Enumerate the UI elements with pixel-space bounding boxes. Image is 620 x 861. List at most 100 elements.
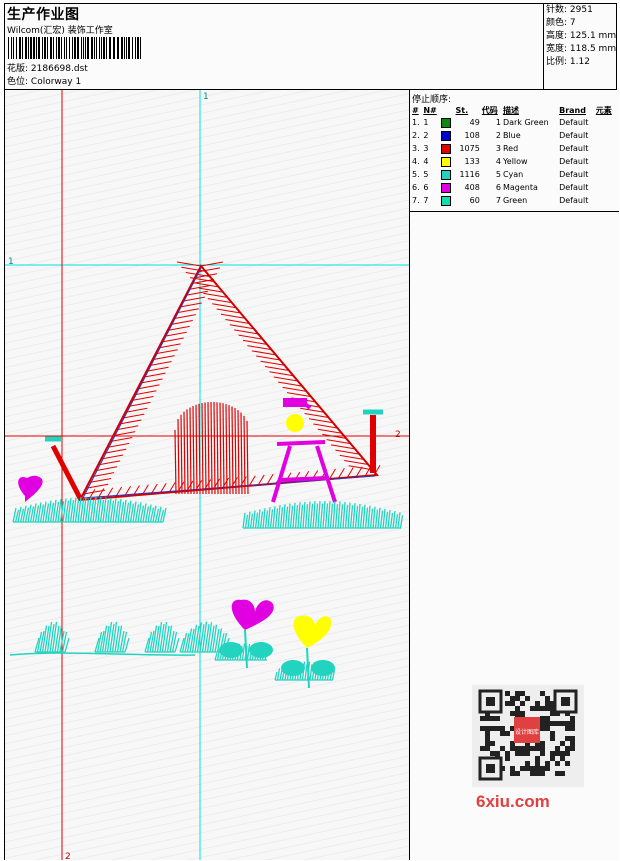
row-code: 2 xyxy=(495,131,501,140)
row-brand: Default xyxy=(559,183,589,192)
row-stitches: 1116 xyxy=(459,170,480,179)
row-brand: Default xyxy=(559,118,589,127)
row-element xyxy=(595,129,616,142)
stat-label: 高度: xyxy=(546,31,568,41)
row-brand: Default xyxy=(559,157,589,166)
qr-code-icon: 设计图库 xyxy=(472,685,584,787)
flower-leaves xyxy=(219,642,335,676)
stat-height: 高度: 125.1 mm xyxy=(544,30,618,43)
tent-outline xyxy=(78,264,380,502)
color-table: # N# St. 代码 描述 Brand 元素 1. 1 49 1 Dark Green… xyxy=(411,105,616,207)
design-file-row: 花版: 2186698.dst xyxy=(7,61,88,74)
stat-value: 1.12 xyxy=(569,57,590,67)
row-index: 7. xyxy=(412,196,420,205)
color-row: 3. 3 1075 3 Red Default xyxy=(411,142,616,155)
yellow-face xyxy=(286,414,304,432)
design-file-value: 2186698.dst xyxy=(30,64,88,74)
row-code: 7 xyxy=(495,196,501,205)
row-description: Blue xyxy=(502,131,521,140)
row-swatch xyxy=(440,168,454,181)
production-worksheet: 生产作业图 Wilcom(汇宏) 装饰工作室 花版: 2186698.dst 色… xyxy=(4,3,619,860)
col-brand: Brand xyxy=(559,106,586,115)
magenta-heart-flower xyxy=(231,599,274,630)
row-code: 1 xyxy=(495,118,501,127)
watermark-site: 6xiu.com xyxy=(476,792,550,811)
col-description: 描述 xyxy=(502,106,519,115)
barcode-icon xyxy=(8,37,141,59)
row-element xyxy=(595,142,616,155)
row-brand: Default xyxy=(559,196,589,205)
software-name: Wilcom(汇宏) 装饰工作室 xyxy=(7,26,113,36)
row-number: 2 xyxy=(423,131,429,140)
row-element xyxy=(595,168,616,181)
col-element: 元素 xyxy=(595,106,612,115)
left-post xyxy=(50,444,84,502)
row-index: 3. xyxy=(412,144,420,153)
color-row: 2. 2 108 2 Blue Default xyxy=(411,129,616,142)
col-index: # xyxy=(412,106,419,115)
row-code: 3 xyxy=(495,144,501,153)
color-row: 4. 4 133 4 Yellow Default xyxy=(411,155,616,168)
row-element xyxy=(595,155,616,168)
row-swatch xyxy=(440,129,454,142)
row-swatch xyxy=(440,142,454,155)
row-code: 6 xyxy=(495,183,501,192)
row-index: 4. xyxy=(412,157,420,166)
row-code: 4 xyxy=(495,157,501,166)
stop-sequence-panel: 停止顺序: # N# St. 代码 描述 Brand 元素 1. 1 49 1 Dark… xyxy=(409,90,619,860)
row-description: Dark Green xyxy=(502,118,549,127)
stat-label: 比例: xyxy=(546,57,568,67)
row-index: 2. xyxy=(412,131,420,140)
row-number: 3 xyxy=(423,144,429,153)
color-swatch xyxy=(441,143,452,154)
colorway-label: 色位: xyxy=(7,77,29,87)
color-swatch xyxy=(441,195,452,206)
col-number: N# xyxy=(423,106,437,115)
col-code: 代码 xyxy=(481,106,498,115)
stat-label: 针数: xyxy=(546,5,568,15)
row-element xyxy=(595,116,616,129)
row-stitches: 60 xyxy=(469,196,480,205)
design-canvas: 1 1 2 2 xyxy=(5,90,409,860)
color-row: 7. 7 60 7 Green Default xyxy=(411,194,616,207)
stat-colors: 颜色: 7 xyxy=(544,17,618,30)
embroidery-preview: 1 1 2 2 xyxy=(5,90,409,860)
color-swatch xyxy=(441,117,452,128)
row-brand: Default xyxy=(559,170,589,179)
stat-value: 2951 xyxy=(569,5,593,15)
left-heart xyxy=(18,475,43,502)
row-swatch xyxy=(440,181,454,194)
row-number: 7 xyxy=(423,196,429,205)
row-description: Yellow xyxy=(502,157,528,166)
row-code: 5 xyxy=(495,170,501,179)
row-description: Red xyxy=(502,144,519,153)
row-stitches: 49 xyxy=(469,118,480,127)
row-stitches: 408 xyxy=(464,183,480,192)
color-swatch xyxy=(441,130,452,141)
row-index: 1. xyxy=(412,118,420,127)
stat-value: 118.5 mm xyxy=(569,44,617,54)
stop-sequence-title: 停止顺序: xyxy=(412,95,452,105)
row-stitches: 1075 xyxy=(459,144,480,153)
magenta-hat xyxy=(283,398,307,407)
cyan-horizontal-guide-label: 1 xyxy=(8,257,14,267)
stats-box: 针数: 2951 颜色: 7 高度: 125.1 mm 宽度: 118.5 mm… xyxy=(543,4,618,89)
colorway-row: 色位: Colorway 1 xyxy=(7,74,81,87)
col-stitches: St. xyxy=(455,106,469,115)
row-description: Green xyxy=(502,196,528,205)
red-horizontal-guide-label: 2 xyxy=(395,430,401,440)
color-row: 1. 1 49 1 Dark Green Default xyxy=(411,116,616,129)
row-index: 5. xyxy=(412,170,420,179)
row-stitches: 108 xyxy=(464,131,480,140)
stat-width: 宽度: 118.5 mm xyxy=(544,43,618,56)
row-swatch xyxy=(440,155,454,168)
color-table-header: # N# St. 代码 描述 Brand 元素 xyxy=(411,105,616,116)
yellow-heart-flower xyxy=(293,615,332,648)
stat-value: 125.1 mm xyxy=(569,31,617,41)
row-swatch xyxy=(440,194,454,207)
red-vertical-guide-label: 2 xyxy=(65,852,71,860)
stat-value: 7 xyxy=(569,18,576,28)
stat-stitches: 针数: 2951 xyxy=(544,4,618,17)
row-description: Cyan xyxy=(502,170,524,179)
bottom-ground-line xyxy=(9,652,196,656)
